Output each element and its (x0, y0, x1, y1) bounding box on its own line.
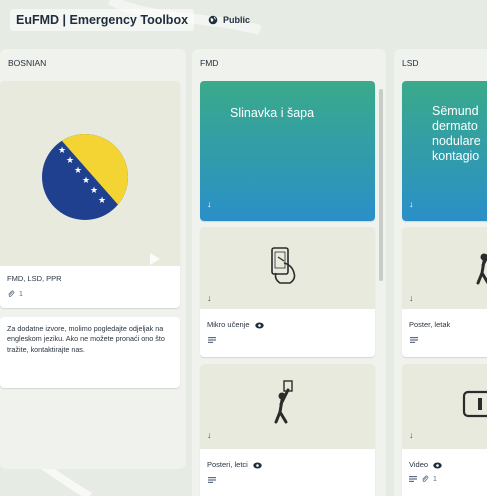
card-video[interactable]: ↓ Video 1 (402, 364, 487, 496)
description-icon (409, 476, 417, 482)
card-title: Posteri, letci (207, 460, 262, 469)
list-lsd: LSD Sëmund dermato nodulare kontagio ↓ ↓… (394, 49, 487, 496)
card-description-text: Za dodatne izvore, molimo pogledajte odj… (7, 324, 165, 354)
list-title[interactable]: BOSNIAN (0, 49, 186, 77)
poster-figure-icon (476, 253, 487, 285)
card-slinavka[interactable]: Slinavka i šapa ↓ (200, 81, 375, 221)
cover-text: Slinavka i šapa (230, 106, 315, 120)
attachment-count: 1 (433, 475, 437, 483)
card-title: Mikro učenje (207, 320, 264, 329)
description-icon (208, 337, 216, 343)
card-cover (200, 227, 375, 309)
board-title[interactable]: EuFMD | Emergency Toolbox (10, 9, 195, 31)
card-badges: 1 (409, 475, 437, 483)
visibility-button[interactable]: Public (208, 15, 250, 25)
eye-icon (433, 462, 442, 469)
description-icon (208, 477, 216, 483)
globe-icon (208, 15, 218, 25)
download-icon: ↓ (207, 293, 212, 303)
card-cover: ★ ★ ★ ★ ★ ★ (0, 81, 180, 266)
card-fmd-lsd-ppr[interactable]: ★ ★ ★ ★ ★ ★ FMD, LSD, PPR 1 (0, 81, 180, 308)
svg-text:★: ★ (82, 176, 90, 186)
attachment-count: 1 (19, 290, 23, 298)
download-icon: ↓ (409, 430, 414, 440)
poster-figure-icon (274, 380, 293, 424)
board-header: EuFMD | Emergency Toolbox Public (0, 0, 487, 40)
svg-text:★: ★ (74, 166, 82, 176)
card-title: Poster, letak (409, 320, 451, 329)
card-posteri-letci[interactable]: ↓ Posteri, letci (200, 364, 375, 496)
card-title: Video (409, 460, 442, 469)
card-mikro-ucenje[interactable]: ↓ Mikro učenje (200, 227, 375, 357)
description-icon (410, 337, 418, 343)
svg-text:★: ★ (98, 196, 106, 206)
visibility-label: Public (223, 15, 251, 25)
bosnia-flag-image: ★ ★ ★ ★ ★ ★ (42, 134, 160, 265)
phone-hand-icon (271, 247, 296, 284)
eye-icon (253, 462, 262, 469)
eye-icon (254, 322, 264, 329)
attachment-icon (8, 290, 15, 297)
video-play-icon (462, 390, 487, 418)
download-icon: ↓ (409, 293, 414, 303)
list-fmd: FMD Slinavka i šapa ↓ ↓ Mikro učenje ↓ P… (192, 49, 386, 496)
list-title[interactable]: LSD (394, 49, 487, 77)
download-icon: ↓ (207, 430, 212, 440)
card-badges: 1 (7, 290, 23, 298)
download-icon: ↓ (409, 199, 414, 209)
attachment-icon (422, 475, 429, 482)
svg-text:★: ★ (90, 186, 98, 196)
card-cover: Slinavka i šapa (200, 81, 375, 221)
svg-text:★: ★ (66, 156, 74, 166)
list-title[interactable]: FMD (192, 49, 386, 77)
download-icon: ↓ (207, 199, 212, 209)
card-title-text: Video (409, 460, 429, 469)
svg-text:★: ★ (58, 146, 66, 156)
card-semundja[interactable]: Sëmund dermato nodulare kontagio ↓ (402, 81, 487, 221)
card-cover: Sëmund dermato nodulare kontagio (402, 81, 487, 221)
card-cover (402, 227, 487, 309)
cover-text: Sëmund dermato nodulare kontagio (432, 104, 481, 163)
card-title-text: Posteri, letci (207, 460, 248, 469)
card-description[interactable]: Za dodatne izvore, molimo pogledajte odj… (0, 317, 180, 388)
card-cover (402, 364, 487, 449)
list-bosnian: BOSNIAN ★ ★ ★ ★ ★ ★ FMD, LSD, PPR 1 Za d… (0, 49, 186, 469)
card-cover (200, 364, 375, 449)
card-title-text: Mikro učenje (207, 320, 250, 329)
list-scrollbar[interactable] (379, 89, 383, 281)
card-title: FMD, LSD, PPR (7, 274, 62, 283)
card-poster-letak[interactable]: ↓ Poster, letak (402, 227, 487, 357)
